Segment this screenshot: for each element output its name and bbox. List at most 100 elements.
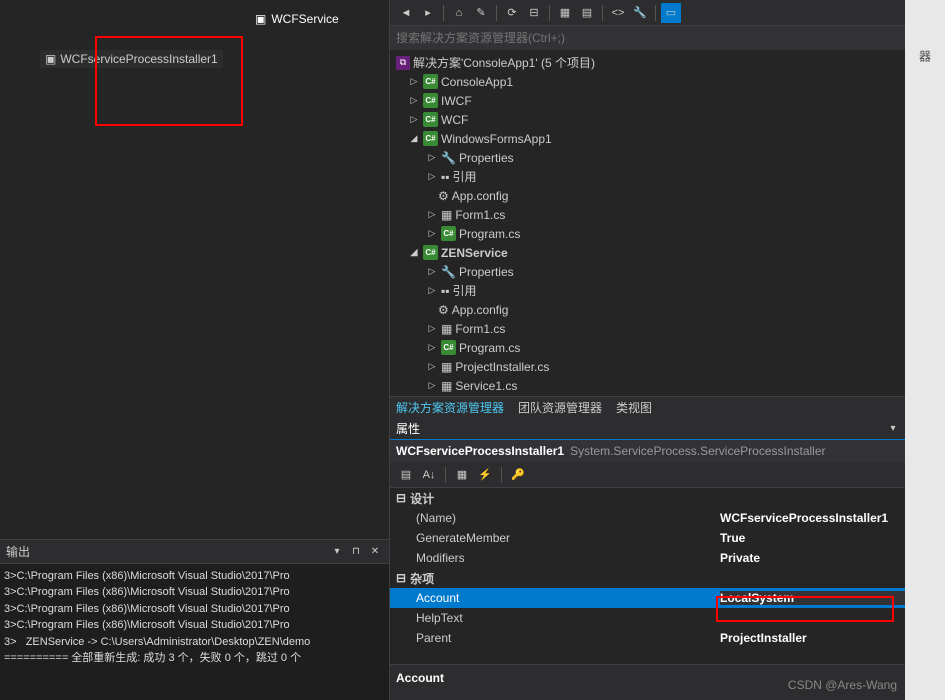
show-all-icon[interactable]: ▦ bbox=[555, 3, 575, 23]
dock-tab[interactable]: 器 bbox=[917, 50, 934, 62]
property-row[interactable]: ModifiersPrivate bbox=[390, 548, 945, 568]
wrench-icon: 🔧 bbox=[441, 151, 456, 165]
dropdown-icon[interactable]: ▾ bbox=[329, 544, 345, 560]
tree-item[interactable]: ▷C#Program.cs bbox=[390, 338, 945, 357]
properties-title-bar: 属性 ▾ ⊓ ✕ bbox=[390, 418, 945, 440]
collapse-icon[interactable]: ⊟ bbox=[396, 571, 406, 585]
code-icon[interactable]: <> bbox=[608, 3, 628, 23]
expand-icon[interactable]: ▷ bbox=[426, 171, 438, 182]
ref-icon: ▪▪ bbox=[441, 170, 450, 184]
expand-icon[interactable]: ▷ bbox=[408, 114, 420, 125]
solution-toolbar: ◄ ▸ ⌂ ✎ ⟳ ⊟ ▦ ▤ <> 🔧 ▭ bbox=[390, 0, 945, 26]
properties-title: 属性 bbox=[396, 420, 882, 437]
forward-icon[interactable]: ▸ bbox=[418, 3, 438, 23]
collapse-icon[interactable]: ⊟ bbox=[396, 491, 406, 505]
right-dock-strip[interactable]: 器 bbox=[905, 0, 945, 700]
tree-item[interactable]: ▷▪▪引用 bbox=[390, 281, 945, 300]
tree-item[interactable]: ▷🔧Properties bbox=[390, 262, 945, 281]
wrench-icon[interactable]: 🔧 bbox=[630, 3, 650, 23]
expand-icon[interactable]: ▷ bbox=[426, 323, 438, 334]
category-design[interactable]: ⊟设计 bbox=[390, 488, 945, 508]
explorer-tabs: 解决方案资源管理器 团队资源管理器 类视图 bbox=[390, 396, 945, 418]
tree-item[interactable]: ▷🔧Properties bbox=[390, 148, 945, 167]
property-row[interactable]: ParentProjectInstaller bbox=[390, 628, 945, 648]
home-icon[interactable]: ⌂ bbox=[449, 3, 469, 23]
output-panel: 输出 ▾ ⊓ ✕ 3>C:\Program Files (x86)\Micros… bbox=[0, 540, 389, 700]
tree-item[interactable]: ▷C#Program.cs bbox=[390, 224, 945, 243]
tree-item[interactable]: ⚙App.config bbox=[390, 186, 945, 205]
tree-item[interactable]: ▷▦Form1.cs bbox=[390, 205, 945, 224]
refresh-icon[interactable]: ⟳ bbox=[502, 3, 522, 23]
property-row[interactable]: (Name)WCFserviceProcessInstaller1 bbox=[390, 508, 945, 528]
designer-surface[interactable]: ▣ WCFService ▣ WCFserviceProcessInstalle… bbox=[0, 0, 389, 540]
expand-icon[interactable]: ▷ bbox=[426, 209, 438, 220]
project-node[interactable]: ▷C#WCF bbox=[390, 110, 945, 129]
expand-icon[interactable]: ▷ bbox=[408, 76, 420, 87]
solution-search[interactable]: ρ ▾ bbox=[390, 26, 945, 50]
tool-icon[interactable]: ✎ bbox=[471, 3, 491, 23]
service-icon: ▦ bbox=[441, 379, 452, 393]
solution-tree[interactable]: ⧉解决方案'ConsoleApp1' (5 个项目) ▷C#ConsoleApp… bbox=[390, 50, 945, 396]
search-input[interactable] bbox=[396, 31, 923, 45]
back-icon[interactable]: ◄ bbox=[396, 3, 416, 23]
categorized-icon[interactable]: ▤ bbox=[396, 465, 416, 485]
properties-grid[interactable]: ⊟设计 (Name)WCFserviceProcessInstaller1 Ge… bbox=[390, 488, 945, 664]
property-row[interactable]: GenerateMemberTrue bbox=[390, 528, 945, 548]
output-title: 输出 bbox=[6, 543, 326, 560]
cs-file-icon: C# bbox=[441, 226, 456, 241]
expand-icon[interactable]: ▷ bbox=[408, 95, 420, 106]
tree-item[interactable]: ▷▪▪引用 bbox=[390, 167, 945, 186]
project-node[interactable]: ▷C#IWCF bbox=[390, 91, 945, 110]
expand-icon[interactable]: ▷ bbox=[426, 285, 438, 296]
close-icon[interactable]: ✕ bbox=[367, 544, 383, 560]
props-icon[interactable]: ▦ bbox=[452, 465, 472, 485]
tab-class-view[interactable]: 类视图 bbox=[616, 399, 652, 416]
collapse-icon[interactable]: ◢ bbox=[408, 133, 420, 144]
tree-item[interactable]: ⚙App.config bbox=[390, 300, 945, 319]
form-icon: ▦ bbox=[441, 208, 452, 222]
designer-title-text: WCFService bbox=[271, 12, 338, 26]
alphabetical-icon[interactable]: A↓ bbox=[419, 465, 439, 485]
dropdown-icon[interactable]: ▾ bbox=[885, 421, 901, 437]
collapse-icon[interactable]: ◢ bbox=[408, 247, 420, 258]
project-node[interactable]: ◢C#WindowsFormsApp1 bbox=[390, 129, 945, 148]
properties-icon[interactable]: ▤ bbox=[577, 3, 597, 23]
view-icon[interactable]: ▭ bbox=[661, 3, 681, 23]
category-misc[interactable]: ⊟杂项 bbox=[390, 568, 945, 588]
ref-icon: ▪▪ bbox=[441, 284, 450, 298]
expand-icon[interactable]: ▷ bbox=[426, 266, 438, 277]
vs-icon: ⧉ bbox=[396, 56, 410, 70]
properties-object-selector[interactable]: WCFserviceProcessInstaller1 System.Servi… bbox=[390, 440, 945, 462]
solution-node[interactable]: ⧉解决方案'ConsoleApp1' (5 个项目) bbox=[390, 53, 945, 72]
expand-icon[interactable]: ▷ bbox=[426, 380, 438, 391]
config-icon: ⚙ bbox=[438, 303, 449, 317]
tree-item[interactable]: ▷▦Service1.cs bbox=[390, 376, 945, 395]
installer-icon: ▦ bbox=[441, 360, 452, 374]
expand-icon[interactable]: ▷ bbox=[426, 152, 438, 163]
object-name: WCFserviceProcessInstaller1 bbox=[396, 444, 564, 458]
output-content[interactable]: 3>C:\Program Files (x86)\Microsoft Visua… bbox=[0, 564, 389, 700]
properties-panel: 属性 ▾ ⊓ ✕ WCFserviceProcessInstaller1 Sys… bbox=[390, 418, 945, 700]
config-icon: ⚙ bbox=[438, 189, 449, 203]
csharp-icon: C# bbox=[423, 131, 438, 146]
expand-icon[interactable]: ▷ bbox=[426, 361, 438, 372]
service-icon: ▣ bbox=[255, 12, 266, 26]
project-node-active[interactable]: ◢C#ZENService bbox=[390, 243, 945, 262]
component-icon: ▣ bbox=[45, 52, 56, 66]
events-icon[interactable]: ⚡ bbox=[475, 465, 495, 485]
expand-icon[interactable]: ▷ bbox=[426, 228, 438, 239]
pin-icon[interactable]: ⊓ bbox=[348, 544, 364, 560]
property-row-account[interactable]: AccountLocalSystem bbox=[390, 588, 945, 608]
property-row[interactable]: HelpText bbox=[390, 608, 945, 628]
tree-item[interactable]: ▷▦ProjectInstaller.cs bbox=[390, 357, 945, 376]
tab-team-explorer[interactable]: 团队资源管理器 bbox=[518, 399, 602, 416]
csharp-icon: C# bbox=[423, 93, 438, 108]
collapse-icon[interactable]: ⊟ bbox=[524, 3, 544, 23]
csharp-icon: C# bbox=[423, 245, 438, 260]
highlight-box-1 bbox=[95, 36, 243, 126]
project-node[interactable]: ▷C#ConsoleApp1 bbox=[390, 72, 945, 91]
tree-item[interactable]: ▷▦Form1.cs bbox=[390, 319, 945, 338]
pages-icon[interactable]: 🔑 bbox=[508, 465, 528, 485]
expand-icon[interactable]: ▷ bbox=[426, 342, 438, 353]
tab-solution-explorer[interactable]: 解决方案资源管理器 bbox=[396, 399, 504, 416]
